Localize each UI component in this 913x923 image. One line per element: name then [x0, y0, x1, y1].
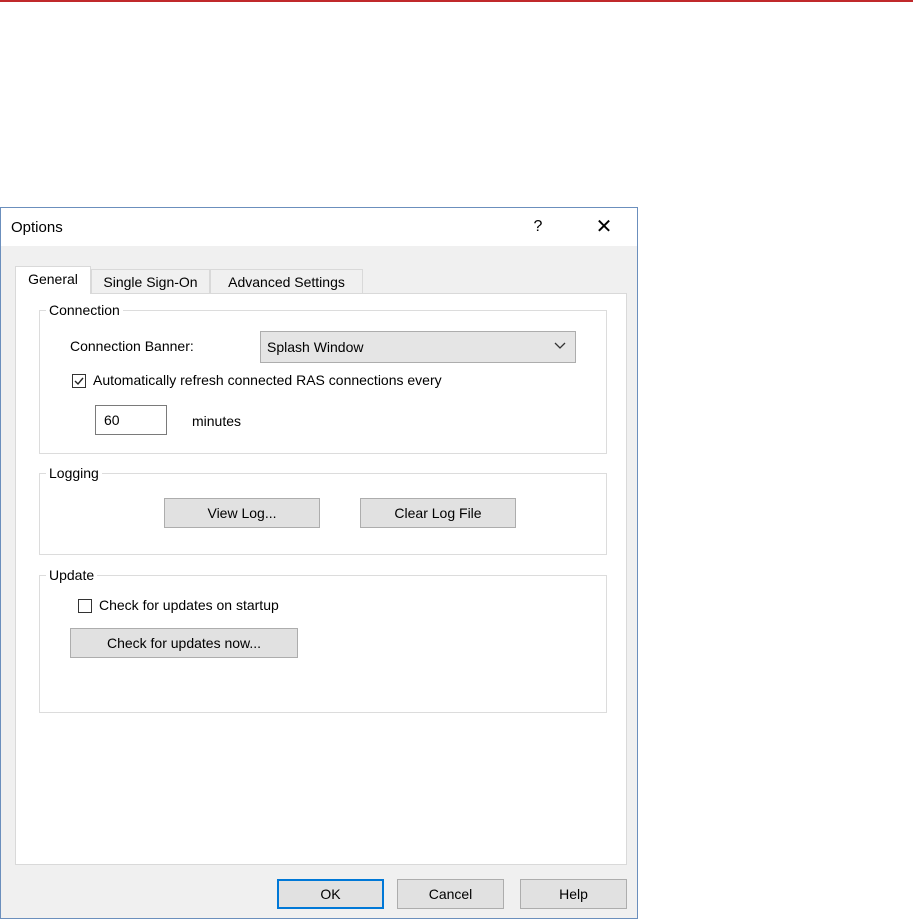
- check-updates-now-button[interactable]: Check for updates now...: [70, 628, 298, 658]
- refresh-interval-unit: minutes: [192, 413, 242, 429]
- refresh-interval-value: 60: [104, 412, 120, 428]
- logging-group-title: Logging: [46, 464, 102, 482]
- connection-group-title: Connection: [46, 301, 123, 319]
- tab-single-sign-on[interactable]: Single Sign-On: [91, 269, 210, 293]
- help-button-label: Help: [559, 886, 588, 902]
- refresh-interval-input[interactable]: 60: [95, 405, 167, 435]
- connection-group: Connection Connection Banner: Splash Win…: [39, 301, 607, 454]
- tab-advanced-settings-label: Advanced Settings: [228, 274, 345, 290]
- options-dialog: Options ? ✕ General Single Sign-On Advan…: [0, 207, 638, 919]
- connection-banner-value: Splash Window: [267, 339, 364, 355]
- tab-single-sign-on-label: Single Sign-On: [103, 274, 198, 290]
- connection-banner-label: Connection Banner:: [70, 338, 194, 354]
- auto-refresh-label[interactable]: Automatically refresh connected RAS conn…: [93, 372, 442, 388]
- title-bar[interactable]: Options ? ✕: [1, 208, 637, 246]
- ok-button[interactable]: OK: [277, 879, 384, 909]
- view-log-button-label: View Log...: [207, 505, 277, 521]
- auto-refresh-checkbox[interactable]: [72, 374, 86, 388]
- clear-log-file-button[interactable]: Clear Log File: [360, 498, 516, 528]
- tab-general[interactable]: General: [15, 266, 91, 294]
- check-startup-checkbox[interactable]: [78, 599, 92, 613]
- tab-general-label: General: [28, 271, 78, 287]
- chevron-down-icon: [554, 342, 566, 349]
- clear-log-file-button-label: Clear Log File: [394, 505, 482, 521]
- logging-group: Logging View Log... Clear Log File: [39, 464, 607, 555]
- check-updates-now-button-label: Check for updates now...: [106, 635, 262, 651]
- window-title: Options: [11, 219, 63, 236]
- connection-banner-select[interactable]: Splash Window: [260, 331, 576, 363]
- help-icon[interactable]: ?: [524, 212, 552, 242]
- tab-advanced-settings[interactable]: Advanced Settings: [210, 269, 363, 293]
- help-button[interactable]: Help: [520, 879, 627, 909]
- update-group-title: Update: [46, 566, 98, 584]
- view-log-button[interactable]: View Log...: [164, 498, 320, 528]
- ok-button-label: OK: [320, 886, 341, 902]
- cancel-button-label: Cancel: [428, 886, 473, 902]
- update-group: Update Check for updates on startup Chec…: [39, 566, 607, 713]
- top-accent-line: [0, 0, 913, 2]
- close-icon[interactable]: ✕: [586, 212, 622, 242]
- general-tab-panel: Connection Connection Banner: Splash Win…: [15, 293, 627, 865]
- check-startup-label[interactable]: Check for updates on startup: [99, 597, 279, 613]
- checkmark-icon: [74, 377, 84, 386]
- cancel-button[interactable]: Cancel: [397, 879, 504, 909]
